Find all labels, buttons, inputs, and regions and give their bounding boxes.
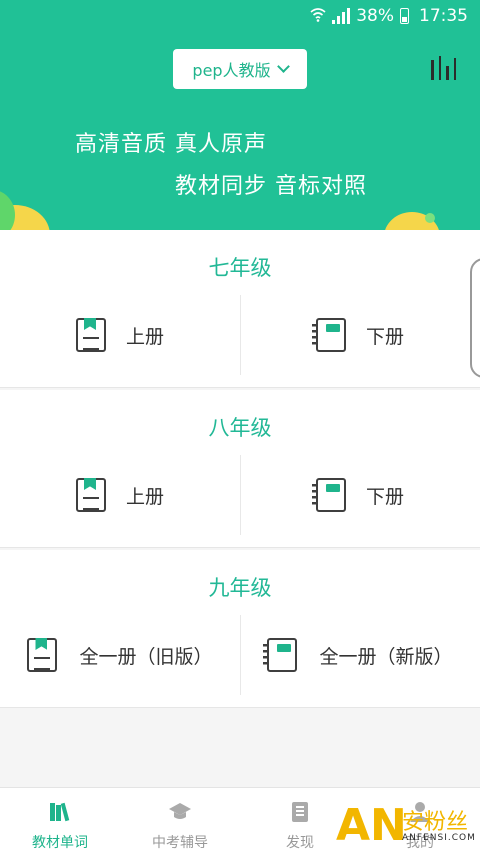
watermark-domain: ANFENSI.COM xyxy=(402,833,476,843)
tab-label: 中考辅导 xyxy=(152,835,208,851)
tab-label: 教材单词 xyxy=(32,835,88,851)
grade-section-8: 八年级 上册 下册 xyxy=(0,390,480,548)
grade-title: 七年级 xyxy=(208,256,272,280)
bookmark-book-icon xyxy=(75,478,106,512)
bookmark-book-icon xyxy=(27,638,58,672)
wifi-icon xyxy=(310,6,326,26)
notebook-icon xyxy=(263,638,298,672)
watermark-an: AN xyxy=(336,800,407,851)
edition-label: pep人教版 xyxy=(192,61,271,80)
book-label: 下册 xyxy=(365,325,404,348)
book-label: 下册 xyxy=(365,485,404,508)
battery-icon xyxy=(400,8,409,24)
watermark-brand: 安粉丝 xyxy=(402,810,469,835)
notebook-icon xyxy=(311,478,346,512)
book-full-old[interactable]: 全一册（旧版） xyxy=(0,615,240,695)
notebook-icon xyxy=(311,318,346,352)
slogan-line-2: 教材同步 音标对照 xyxy=(175,174,367,199)
grade-section-9: 九年级 全一册（旧版） 全一册（新版） xyxy=(0,550,480,708)
grade-title: 八年级 xyxy=(208,416,272,440)
status-bar: 38% 17:35 xyxy=(0,0,480,34)
book-label: 全一册（新版） xyxy=(319,645,453,668)
decor-tree-right xyxy=(425,213,435,223)
equalizer-icon[interactable] xyxy=(431,56,456,80)
edge-panel-handle[interactable] xyxy=(470,258,480,378)
graduation-cap-icon xyxy=(169,803,191,819)
document-icon xyxy=(292,802,308,822)
edition-selector[interactable]: pep人教版 xyxy=(173,49,307,89)
chevron-down-icon xyxy=(276,60,290,73)
tab-textbook-words[interactable]: 教材单词 xyxy=(0,788,120,853)
book-volume-2[interactable]: 下册 xyxy=(240,295,480,375)
book-label: 全一册（旧版） xyxy=(79,645,213,668)
book-volume-1[interactable]: 上册 xyxy=(0,295,240,375)
book-label: 上册 xyxy=(125,485,164,508)
decor-bush-left xyxy=(0,190,15,230)
grade-section-7: 七年级 上册 下册 xyxy=(0,230,480,388)
signal-icon xyxy=(332,8,351,24)
book-volume-1[interactable]: 上册 xyxy=(0,455,240,535)
grade-title: 九年级 xyxy=(208,576,272,600)
books-icon xyxy=(50,802,70,822)
clock: 17:35 xyxy=(419,6,468,26)
watermark-logo: AN 安粉丝 ANFENSI.COM xyxy=(336,800,480,853)
battery-percent: 38% xyxy=(356,6,394,26)
slogan-line-1: 高清音质 真人原声 xyxy=(75,132,267,157)
book-label: 上册 xyxy=(125,325,164,348)
book-full-new[interactable]: 全一册（新版） xyxy=(240,615,480,695)
header-banner: 38% 17:35 pep人教版 高清音质 真人原声 教材同步 音标对照 xyxy=(0,0,480,230)
tab-exam-tutoring[interactable]: 中考辅导 xyxy=(120,788,240,853)
book-volume-2[interactable]: 下册 xyxy=(240,455,480,535)
bookmark-book-icon xyxy=(75,318,106,352)
